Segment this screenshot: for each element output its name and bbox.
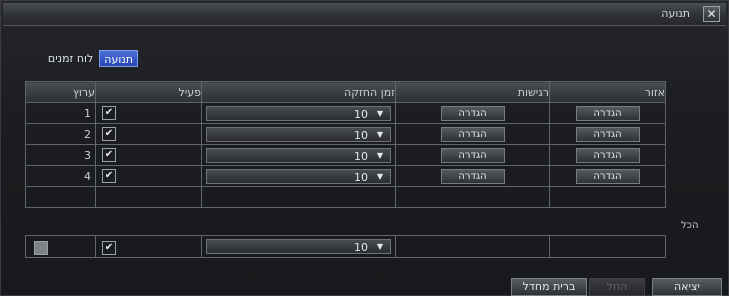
sensitivity-setup-button[interactable]: הגדרה [440, 126, 505, 142]
channel-number: 1 [25, 102, 96, 124]
area-setup-button[interactable]: הגדרה [575, 105, 640, 121]
motion-settings-window: תנועה ✕ תנועה לוח זמנים ערוץ פעיל זמן הח… [0, 0, 729, 296]
tab-bar: תנועה לוח זמנים [44, 50, 138, 67]
hold-time-value: 10 [354, 107, 368, 121]
table-row: 2 ✔ 10 ▼ הגדרה הגדרה [25, 123, 666, 145]
header-sensitivity: רגישות [395, 81, 550, 103]
header-hold-time: זמן החזקה [201, 81, 396, 103]
all-channels-row: ✔ 10 ▼ [25, 235, 666, 258]
enabled-checkbox[interactable]: ✔ [102, 106, 116, 120]
all-hold-time-select[interactable]: 10 ▼ [206, 239, 391, 254]
close-icon[interactable]: ✕ [703, 6, 720, 22]
exit-button[interactable]: יציאה [652, 278, 722, 296]
header-enabled: פעיל [95, 81, 202, 103]
title-bar: תנועה ✕ [3, 3, 726, 26]
channel-number: 4 [25, 165, 96, 187]
all-hold-time-value: 10 [354, 241, 368, 254]
hold-time-select[interactable]: 10 ▼ [206, 147, 391, 163]
channel-number: 3 [25, 144, 96, 166]
hold-time-select[interactable]: 10 ▼ [206, 168, 391, 184]
hold-time-select[interactable]: 10 ▼ [206, 126, 391, 142]
hold-time-value: 10 [354, 170, 368, 184]
chevron-down-icon: ▼ [376, 171, 384, 181]
channel-table: ערוץ פעיל זמן החזקה רגישות אזור 1 ✔ 10 ▼ … [25, 81, 666, 208]
tab-motion[interactable]: תנועה [99, 50, 138, 67]
area-setup-button[interactable]: הגדרה [575, 147, 640, 163]
chevron-down-icon: ▼ [376, 242, 384, 251]
table-row: ✔ 10 ▼ [25, 235, 666, 258]
table-row: 4 ✔ 10 ▼ הגדרה הגדרה [25, 165, 666, 187]
default-button[interactable]: ברית מחדל [511, 278, 587, 296]
channel-number: 2 [25, 123, 96, 145]
hold-time-select[interactable]: 10 ▼ [206, 105, 391, 121]
sensitivity-setup-button[interactable]: הגדרה [440, 147, 505, 163]
window-title: תנועה [661, 7, 690, 20]
tab-schedule[interactable]: לוח זמנים [44, 50, 97, 67]
all-enabled-checkbox[interactable]: ✔ [102, 240, 116, 255]
hold-time-value: 10 [354, 128, 368, 142]
chevron-down-icon: ▼ [376, 129, 384, 139]
enabled-checkbox[interactable]: ✔ [102, 127, 116, 141]
table-row-empty [25, 186, 666, 208]
table-row: 3 ✔ 10 ▼ הגדרה הגדרה [25, 144, 666, 166]
table-row: 1 ✔ 10 ▼ הגדרה הגדרה [25, 102, 666, 124]
all-section-label: הכל [681, 220, 699, 231]
hold-time-value: 10 [354, 149, 368, 163]
sensitivity-setup-button[interactable]: הגדרה [440, 168, 505, 184]
chevron-down-icon: ▼ [376, 150, 384, 160]
apply-button[interactable]: החל [589, 278, 645, 296]
area-setup-button[interactable]: הגדרה [575, 168, 640, 184]
area-setup-button[interactable]: הגדרה [575, 126, 640, 142]
enabled-checkbox[interactable]: ✔ [102, 169, 116, 183]
header-area: אזור [549, 81, 666, 103]
select-all-checkbox[interactable] [34, 240, 48, 255]
chevron-down-icon: ▼ [376, 108, 384, 118]
header-channel: ערוץ [25, 81, 96, 103]
enabled-checkbox[interactable]: ✔ [102, 148, 116, 162]
sensitivity-setup-button[interactable]: הגדרה [440, 105, 505, 121]
table-header-row: ערוץ פעיל זמן החזקה רגישות אזור [25, 81, 666, 103]
